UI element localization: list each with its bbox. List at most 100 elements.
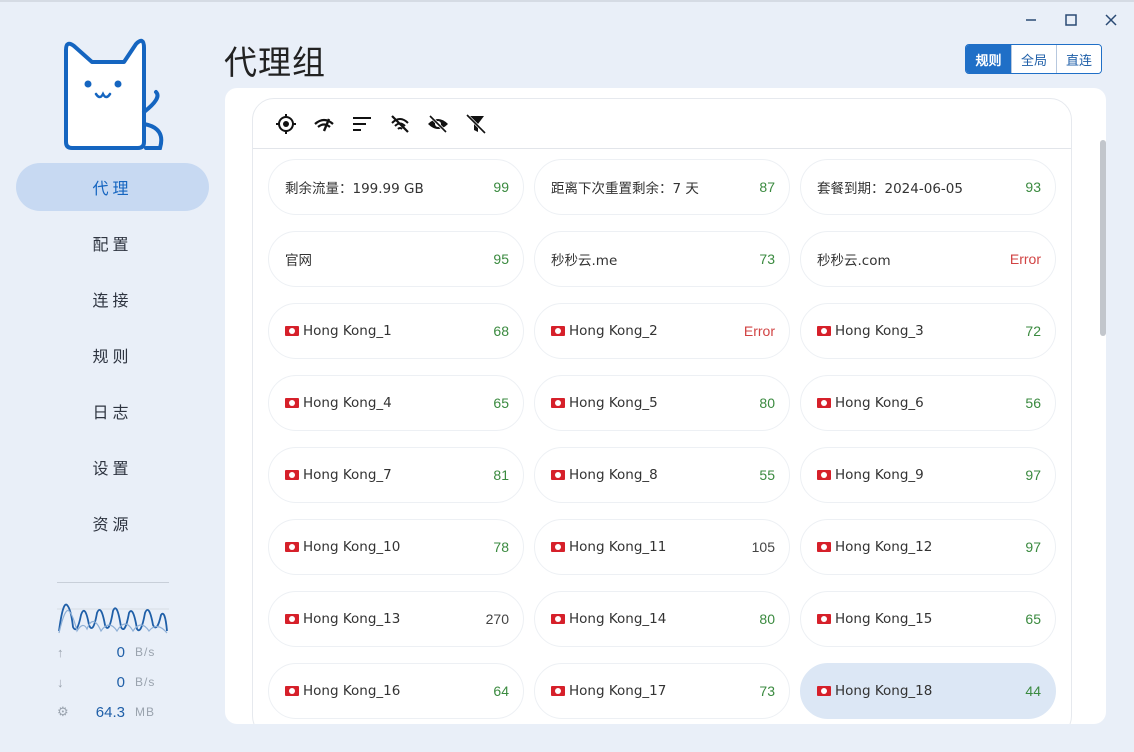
hong-kong-flag-icon — [551, 542, 565, 552]
sort-button[interactable] — [351, 113, 373, 135]
network-speed-icon — [314, 118, 334, 131]
proxy-item[interactable]: Hong Kong_2 Error — [534, 303, 790, 359]
proxy-name: 官网 — [285, 249, 493, 269]
mode-global-button[interactable]: 全局 — [1011, 45, 1056, 73]
sidebar-item-connections[interactable]: 连接 — [16, 275, 209, 323]
proxy-item[interactable]: Hong Kong_8 55 — [534, 447, 790, 503]
proxy-delay[interactable]: 97 — [1025, 467, 1041, 483]
proxy-item[interactable]: Hong Kong_12 97 — [800, 519, 1056, 575]
upload-stat: ↑ 0 B/s — [57, 637, 169, 667]
proxy-delay[interactable]: 65 — [493, 395, 509, 411]
download-stat: ↓ 0 B/s — [57, 667, 169, 697]
proxy-item[interactable]: Hong Kong_3 72 — [800, 303, 1056, 359]
proxy-item[interactable]: Hong Kong_15 65 — [800, 591, 1056, 647]
proxy-delay[interactable]: 55 — [759, 467, 775, 483]
proxy-item[interactable]: 套餐到期：2024-06-05 93 — [800, 159, 1056, 215]
minimize-button[interactable] — [1022, 8, 1040, 32]
proxy-delay[interactable]: 80 — [759, 395, 775, 411]
test-delay-button[interactable] — [313, 113, 335, 135]
proxy-delay[interactable]: 44 — [1025, 683, 1041, 699]
mode-direct-button[interactable]: 直连 — [1056, 45, 1101, 73]
sidebar-item-resources[interactable]: 资源 — [16, 499, 209, 547]
sidebar-item-settings[interactable]: 设置 — [16, 443, 209, 491]
proxy-item[interactable]: Hong Kong_16 64 — [268, 663, 524, 719]
hong-kong-flag-icon — [285, 326, 299, 336]
hong-kong-flag-icon — [817, 470, 831, 480]
proxy-name: Hong Kong_18 — [817, 683, 1025, 699]
proxy-delay[interactable]: Error — [1010, 251, 1041, 267]
proxy-delay[interactable]: 87 — [759, 179, 775, 195]
sort-icon — [353, 116, 371, 131]
filter-button[interactable] — [465, 113, 487, 135]
sidebar-nav: 代理 配置 连接 规则 日志 设置 资源 — [16, 163, 209, 555]
proxy-delay[interactable]: 72 — [1025, 323, 1041, 339]
proxy-item[interactable]: Hong Kong_13 270 — [268, 591, 524, 647]
proxy-item[interactable]: Hong Kong_10 78 — [268, 519, 524, 575]
proxy-delay[interactable]: 95 — [493, 251, 509, 267]
proxy-item[interactable]: Hong Kong_18 44 — [800, 663, 1056, 719]
proxy-item[interactable]: 秒秒云.com Error — [800, 231, 1056, 287]
proxy-group-card: 剩余流量：199.99 GB 99 距离下次重置剩余：7 天 87 套餐到期：2024-… — [252, 98, 1072, 724]
proxy-delay[interactable]: 73 — [759, 251, 775, 267]
proxy-grid: 剩余流量：199.99 GB 99 距离下次重置剩余：7 天 87 套餐到期：2024-… — [268, 159, 1056, 719]
proxy-delay[interactable]: 56 — [1025, 395, 1041, 411]
proxy-item[interactable]: Hong Kong_9 97 — [800, 447, 1056, 503]
hong-kong-flag-icon — [551, 398, 565, 408]
proxy-panel: 剩余流量：199.99 GB 99 距离下次重置剩余：7 天 87 套餐到期：2024-… — [225, 88, 1106, 724]
proxy-delay[interactable]: 78 — [493, 539, 509, 555]
memory-stat: ⚙ 64.3 MB — [57, 697, 169, 727]
proxy-name-text: Hong Kong_11 — [569, 539, 667, 555]
scrollbar-thumb[interactable] — [1100, 140, 1106, 336]
proxy-delay[interactable]: 68 — [493, 323, 509, 339]
proxy-delay[interactable]: 97 — [1025, 539, 1041, 555]
hong-kong-flag-icon — [551, 614, 565, 624]
proxy-delay[interactable]: 81 — [493, 467, 509, 483]
proxy-item[interactable]: Hong Kong_14 80 — [534, 591, 790, 647]
mode-switch: 规则 全局 直连 — [965, 44, 1102, 74]
proxy-item[interactable]: 秒秒云.me 73 — [534, 231, 790, 287]
proxy-name: Hong Kong_14 — [551, 611, 759, 627]
proxy-item[interactable]: 官网 95 — [268, 231, 524, 287]
sidebar-item-rules[interactable]: 规则 — [16, 331, 209, 379]
proxy-item[interactable]: Hong Kong_6 56 — [800, 375, 1056, 431]
proxy-item[interactable]: Hong Kong_11 105 — [534, 519, 790, 575]
proxy-delay[interactable]: 73 — [759, 683, 775, 699]
proxy-item[interactable]: 距离下次重置剩余：7 天 87 — [534, 159, 790, 215]
proxy-delay[interactable]: 80 — [759, 611, 775, 627]
filter-off-icon — [465, 113, 487, 134]
locate-icon — [276, 113, 296, 134]
proxy-name-text: Hong Kong_17 — [569, 683, 667, 699]
proxy-item[interactable]: Hong Kong_5 80 — [534, 375, 790, 431]
proxy-name: 剩余流量：199.99 GB — [285, 177, 493, 197]
proxy-name: 秒秒云.com — [817, 249, 1010, 269]
traffic-monitor: ↑ 0 B/s ↓ 0 B/s ⚙ 64.3 MB — [57, 582, 169, 727]
proxy-name-text: 剩余流量：199.99 GB — [285, 181, 424, 197]
proxy-item[interactable]: Hong Kong_17 73 — [534, 663, 790, 719]
proxy-delay[interactable]: 64 — [493, 683, 509, 699]
proxy-delay[interactable]: 105 — [752, 539, 775, 555]
hong-kong-flag-icon — [817, 614, 831, 624]
mode-rule-button[interactable]: 规则 — [966, 45, 1011, 73]
proxy-delay[interactable]: 270 — [486, 611, 509, 627]
toggle-visibility-button[interactable] — [427, 113, 449, 135]
proxy-delay[interactable]: 65 — [1025, 611, 1041, 627]
proxy-delay[interactable]: 99 — [493, 179, 509, 195]
proxy-item[interactable]: Hong Kong_1 68 — [268, 303, 524, 359]
maximize-button[interactable] — [1062, 8, 1080, 32]
hide-unavailable-button[interactable] — [389, 113, 411, 135]
proxy-item[interactable]: Hong Kong_7 81 — [268, 447, 524, 503]
close-button[interactable] — [1102, 8, 1120, 32]
hong-kong-flag-icon — [817, 542, 831, 552]
proxy-item[interactable]: 剩余流量：199.99 GB 99 — [268, 159, 524, 215]
locate-button[interactable] — [275, 113, 297, 135]
proxy-name: Hong Kong_15 — [817, 611, 1025, 627]
hong-kong-flag-icon — [551, 326, 565, 336]
proxy-delay[interactable]: Error — [744, 323, 775, 339]
sidebar: 代理 配置 连接 规则 日志 设置 资源 ↑ 0 B/s ↓ 0 B/s ⚙ 6… — [0, 0, 225, 752]
sidebar-item-proxy[interactable]: 代理 — [16, 163, 209, 211]
proxy-item[interactable]: Hong Kong_4 65 — [268, 375, 524, 431]
proxy-name-text: 距离下次重置剩余：7 天 — [551, 181, 699, 197]
proxy-delay[interactable]: 93 — [1025, 179, 1041, 195]
sidebar-item-logs[interactable]: 日志 — [16, 387, 209, 435]
sidebar-item-profiles[interactable]: 配置 — [16, 219, 209, 267]
